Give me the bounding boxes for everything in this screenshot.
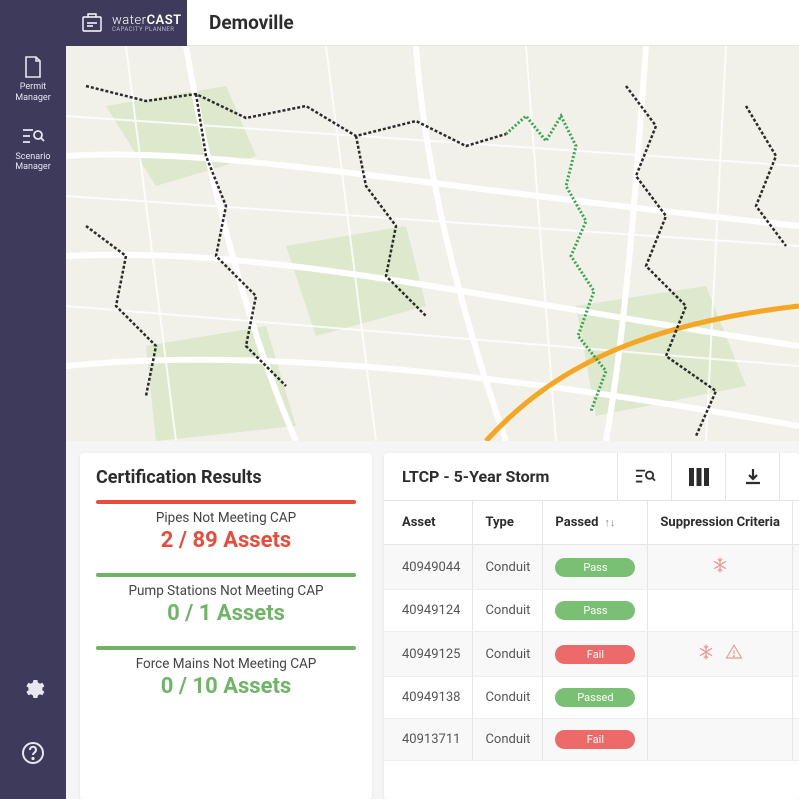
table-row[interactable]: 40949124 Conduit Pass [384,590,799,632]
cell-passed: Fail [543,719,648,761]
col-passed[interactable]: Passed↑↓ [543,501,648,545]
cell-type: Conduit [473,632,543,677]
nav-label: Permit Manager [4,82,62,104]
cell-type: Conduit [473,545,543,590]
cell-suppression [648,545,793,590]
cert-metric[interactable]: Pipes Not Meeting CAP 2 / 89 Assets [96,500,356,553]
cell-truncated [792,719,799,761]
cert-metric[interactable]: Force Mains Not Meeting CAP 0 / 10 Asset… [96,646,356,699]
filter-search-icon [20,124,46,150]
cert-label: Force Mains Not Meeting CAP [96,656,356,672]
cell-truncated [792,545,799,590]
cert-bar [96,646,356,650]
settings-icon[interactable] [21,677,45,705]
cert-bar [96,500,356,504]
help-icon[interactable] [21,741,45,769]
cell-truncated [792,590,799,632]
cert-value: 2 / 89 Assets [96,528,356,553]
col-truncated[interactable]: D [792,501,799,545]
status-badge: Fail [555,645,635,664]
page-title: Demoville [209,11,294,34]
table-row[interactable]: 40949044 Conduit Pass [384,545,799,590]
cell-asset: 40949044 [384,545,473,590]
cell-passed: Pass [543,590,648,632]
nav-label: Scenario Manager [4,152,62,174]
cell-asset: 40949124 [384,590,473,632]
cell-suppression [648,719,793,761]
cell-suppression [648,590,793,632]
status-badge: Passed [555,688,635,707]
document-icon [20,54,46,80]
cert-title: Certification Results [96,467,356,488]
cell-passed: Passed [543,677,648,719]
cert-label: Pump Stations Not Meeting CAP [96,583,356,599]
status-badge: Pass [555,558,635,577]
cert-value: 0 / 10 Assets [96,674,356,699]
col-suppression[interactable]: Suppression Criteria [648,501,793,545]
cert-metric[interactable]: Pump Stations Not Meeting CAP 0 / 1 Asse… [96,573,356,626]
cell-truncated [792,677,799,719]
map[interactable] [66,46,799,441]
table-row[interactable]: 40949138 Conduit Passed [384,677,799,719]
cert-label: Pipes Not Meeting CAP [96,510,356,526]
filter-search-button[interactable] [617,453,671,500]
download-button[interactable] [725,453,779,500]
nav-permit-manager[interactable]: Permit Manager [0,46,66,116]
brand-logo-icon [80,11,104,35]
sidebar: Permit Manager Scenario Manager [0,0,66,799]
cell-asset: 40913711 [384,719,473,761]
cell-passed: Pass [543,545,648,590]
snowflake-icon [697,643,715,665]
results-table: Asset Type Passed↑↓ Suppression Criteria… [384,501,799,761]
nav-scenario-manager[interactable]: Scenario Manager [0,116,66,186]
cell-passed: Fail [543,632,648,677]
cert-value: 0 / 1 Assets [96,601,356,626]
page-title-bar: Demoville [187,0,799,46]
cell-asset: 40949125 [384,632,473,677]
cell-suppression [648,632,793,677]
cert-bar [96,573,356,577]
cell-truncated [792,632,799,677]
results-table-card: LTCP - 5-Year Storm [384,453,799,799]
table-row[interactable]: 40913711 Conduit Fail [384,719,799,761]
brand-sub: CAPACITY PLANNER [112,27,182,33]
warn-icon [725,643,743,665]
col-type[interactable]: Type [473,501,543,545]
columns-button[interactable] [671,453,725,500]
table-row[interactable]: 40949125 Conduit Fail [384,632,799,677]
brand[interactable]: waterCAST CAPACITY PLANNER [80,11,190,35]
sort-icon: ↑↓ [604,516,615,529]
snowflake-icon [711,556,729,578]
certification-results-card: Certification Results Pipes Not Meeting … [80,453,372,799]
cell-type: Conduit [473,677,543,719]
more-button[interactable] [779,453,799,500]
table-title: LTCP - 5-Year Storm [384,467,617,486]
status-badge: Fail [555,730,635,749]
cell-suppression [648,677,793,719]
cell-asset: 40949138 [384,677,473,719]
status-badge: Pass [555,601,635,620]
cell-type: Conduit [473,719,543,761]
cell-type: Conduit [473,590,543,632]
col-asset[interactable]: Asset [384,501,473,545]
